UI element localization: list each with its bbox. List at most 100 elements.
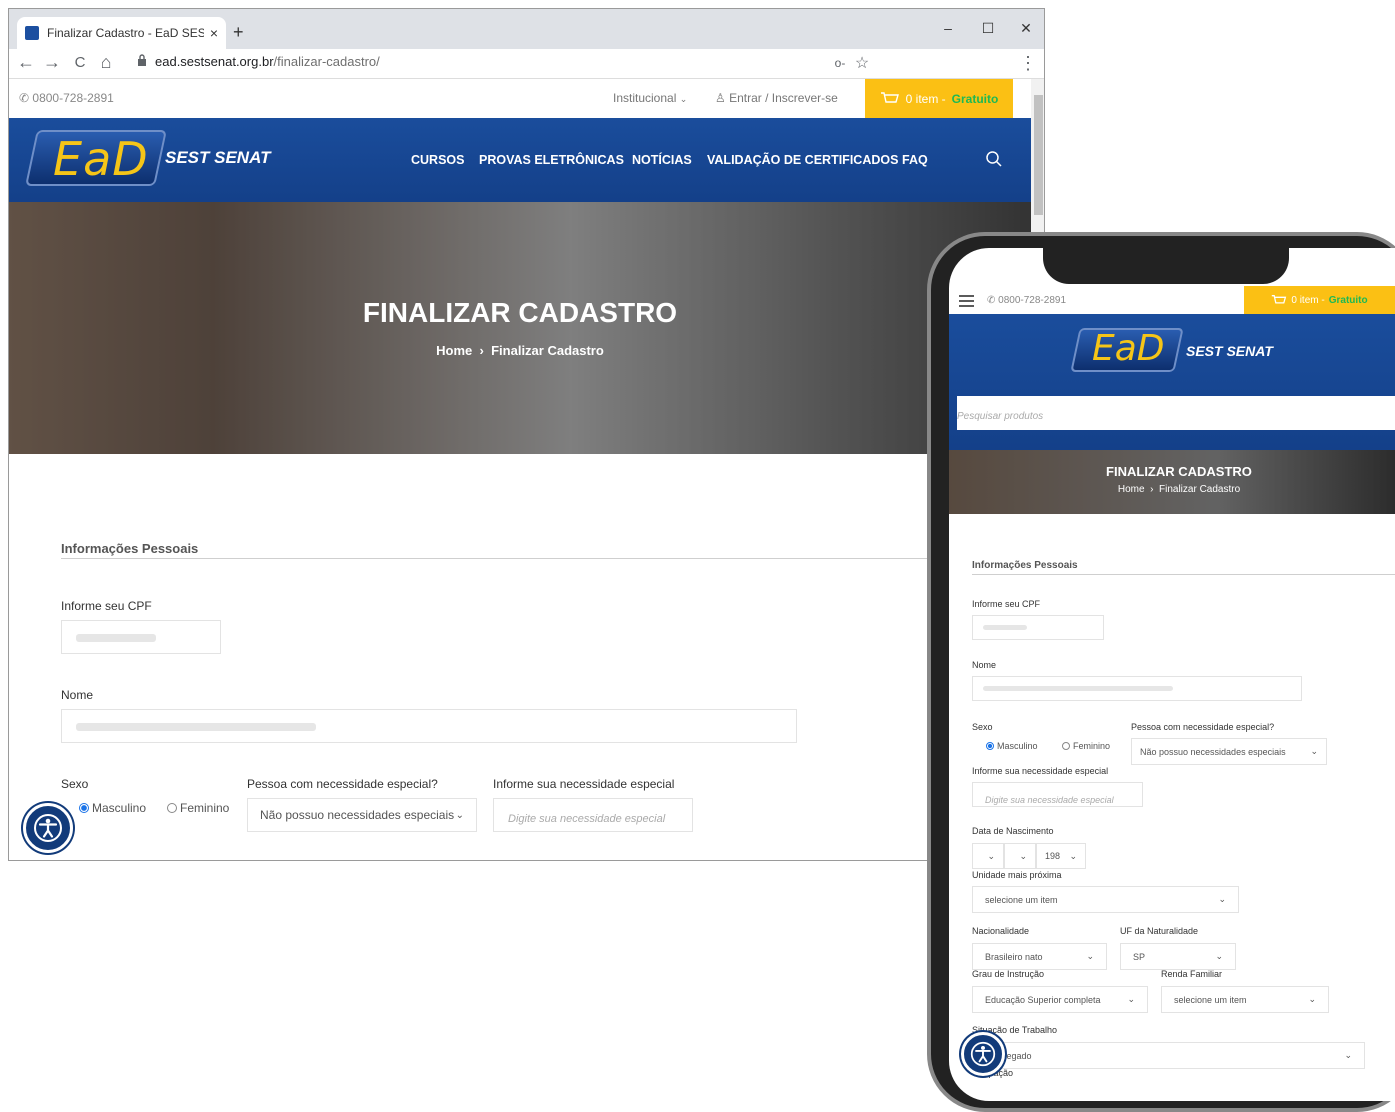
cpf-input[interactable] <box>61 620 221 654</box>
mobile-work-select[interactable]: Empregado ⌄ <box>972 1042 1365 1069</box>
mobile-logo-sestsenat[interactable]: SEST SENAT <box>1186 343 1273 359</box>
mobile-unit-value: selecione um item <box>985 894 1058 905</box>
mobile-uf-value: SP <box>1133 951 1146 962</box>
site-topbar: ✆ 0800-728-2891 Institucional ⌄ ♙ Entrar… <box>9 79 1031 118</box>
mobile-page-title: FINALIZAR CADASTRO <box>1106 464 1252 479</box>
mobile-search-placeholder: Pesquisar produtos <box>957 411 1044 422</box>
cart-icon <box>880 91 899 103</box>
lock-icon <box>137 54 147 69</box>
institutional-menu[interactable]: Institucional ⌄ <box>613 91 687 105</box>
special-detail-input[interactable]: Digite sua necessidade especial <box>493 798 693 832</box>
mobile-birth-label: Data de Nascimento <box>972 826 1054 836</box>
nav-noticias[interactable]: NOTÍCIAS <box>632 153 692 167</box>
nav-cursos[interactable]: CURSOS <box>411 153 464 167</box>
cart-button[interactable]: 0 item - Gratuito <box>865 79 1013 118</box>
logo-ead[interactable]: EaD <box>53 132 149 186</box>
mobile-breadcrumb-home[interactable]: Home <box>1118 484 1145 495</box>
mobile-income-value: selecione um item <box>1174 994 1247 1005</box>
radio-checked-icon <box>79 803 89 813</box>
mobile-special-select[interactable]: Não possuo necessidades especiais ⌄ <box>1131 738 1327 765</box>
home-icon[interactable]: ⌂ <box>95 52 117 73</box>
reload-icon[interactable]: C <box>69 54 91 71</box>
hamburger-icon[interactable] <box>959 294 975 311</box>
tab-close-icon[interactable]: × <box>210 25 218 41</box>
chevron-down-icon: ⌄ <box>679 94 688 104</box>
mobile-sex-male-radio[interactable]: Masculino <box>986 741 1038 751</box>
special-detail-placeholder: Digite sua necessidade especial <box>508 813 666 825</box>
mobile-education-value: Educação Superior completa <box>985 994 1101 1005</box>
mobile-hero-overlay <box>949 450 1395 514</box>
sex-male-radio[interactable]: Masculino <box>79 801 146 815</box>
tab-title: Finalizar Cadastro - EaD SEST SE <box>47 26 204 40</box>
nav-faq[interactable]: FAQ <box>902 153 928 167</box>
mobile-unit-select[interactable]: selecione um item ⌄ <box>972 886 1239 913</box>
maximize-button[interactable]: ☐ <box>971 15 1005 41</box>
minimize-button[interactable]: – <box>931 15 965 41</box>
mobile-sex-label: Sexo <box>972 722 993 732</box>
bookmark-star-icon[interactable]: ☆ <box>851 53 873 73</box>
browser-menu-icon[interactable]: ⋮ <box>1017 53 1039 74</box>
mobile-sex-male-label: Masculino <box>997 741 1038 751</box>
breadcrumb: Home › Finalizar Cadastro <box>9 343 1031 358</box>
mobile-education-label: Grau de Instrução <box>972 969 1045 979</box>
special-needs-select[interactable]: Não possuo necessidades especiais ⌄ <box>247 798 477 832</box>
mobile-uf-select[interactable]: SP ⌄ <box>1120 943 1236 970</box>
page-title: FINALIZAR CADASTRO <box>362 297 678 328</box>
breadcrumb-home[interactable]: Home <box>436 343 472 358</box>
cart-icon <box>1272 294 1287 304</box>
scrollbar-thumb[interactable] <box>1034 95 1043 215</box>
mobile-search-input[interactable]: Pesquisar produtos <box>957 396 1395 430</box>
login-link[interactable]: ♙ Entrar / Inscrever-se <box>715 91 838 105</box>
phone-contact[interactable]: ✆ 0800-728-2891 <box>19 91 114 105</box>
url-domain: ead.sestsenat.org.br <box>155 54 274 69</box>
mobile-birth-year-select[interactable]: 198 ⌄ <box>1036 843 1086 869</box>
name-input[interactable] <box>61 709 797 743</box>
address-bar[interactable]: ead.sestsenat.org.br/finalizar-cadastro/ <box>137 54 380 69</box>
mobile-accessibility-button[interactable] <box>961 1032 1005 1076</box>
mobile-name-input[interactable] <box>972 676 1302 701</box>
back-icon[interactable]: ← <box>15 52 37 73</box>
cpf-label: Informe seu CPF <box>61 599 152 613</box>
mobile-cart-button[interactable]: 0 item - Gratuito <box>1244 286 1395 314</box>
mobile-sex-female-radio[interactable]: Feminino <box>1062 741 1110 751</box>
mobile-cpf-input[interactable] <box>972 615 1104 640</box>
mobile-education-select[interactable]: Educação Superior completa ⌄ <box>972 986 1148 1013</box>
user-icon: ♙ <box>715 91 726 105</box>
sex-male-label: Masculino <box>92 801 147 815</box>
breadcrumb-separator: › <box>479 343 484 358</box>
tab-strip: Finalizar Cadastro - EaD SEST SE × + – ☐… <box>9 9 1044 49</box>
phone-screen: ✆ 0800-728-2891 0 item - Gratuito EaD SE… <box>949 248 1395 1101</box>
chevron-down-icon: ⌄ <box>1215 951 1223 961</box>
search-icon[interactable] <box>985 150 1003 168</box>
browser-tab[interactable]: Finalizar Cadastro - EaD SEST SE × <box>17 17 226 49</box>
sex-female-radio[interactable]: Feminino <box>167 801 229 815</box>
mobile-sex-female-label: Feminino <box>1073 741 1111 751</box>
mobile-birth-day-select[interactable]: ⌄ <box>972 843 1004 869</box>
mobile-nationality-label: Nacionalidade <box>972 926 1030 936</box>
mobile-logo-ead[interactable]: EaD <box>1092 328 1165 369</box>
accessibility-button[interactable] <box>23 803 73 853</box>
nav-validacao[interactable]: VALIDAÇÃO DE CERTIFICADOS <box>707 153 898 167</box>
chevron-down-icon: ⌄ <box>1308 994 1316 1004</box>
mobile-birth-month-select[interactable]: ⌄ <box>1004 843 1036 869</box>
browser-toolbar: ← → C ⌂ ead.sestsenat.org.br/finalizar-c… <box>9 49 1044 79</box>
nav-provas[interactable]: PROVAS ELETRÔNICAS <box>479 153 624 167</box>
mobile-special-value: Não possuo necessidades especiais <box>1140 746 1286 757</box>
key-icon[interactable]: o‑ <box>829 56 851 70</box>
close-window-button[interactable]: ✕ <box>1009 15 1043 41</box>
mobile-phone-contact[interactable]: ✆ 0800-728-2891 <box>987 295 1066 306</box>
cart-free-label: Gratuito <box>951 91 999 106</box>
forward-icon[interactable]: → <box>41 52 63 73</box>
mobile-name-label: Nome <box>972 660 997 670</box>
mobile-cpf-blurred <box>983 625 1027 630</box>
mobile-name-blurred <box>983 686 1173 691</box>
section-divider <box>61 558 936 559</box>
breadcrumb-current: Finalizar Cadastro <box>491 343 604 358</box>
chevron-down-icon: ⌄ <box>987 850 995 861</box>
mobile-income-select[interactable]: selecione um item ⌄ <box>1161 986 1329 1013</box>
mobile-special-detail-input[interactable]: Digite sua necessidade especial <box>972 782 1143 807</box>
new-tab-button[interactable]: + <box>233 22 244 43</box>
logo-sestsenat[interactable]: SEST SENAT <box>165 148 270 168</box>
mobile-cart-count: 0 item - <box>1291 294 1325 306</box>
mobile-nationality-select[interactable]: Brasileiro nato ⌄ <box>972 943 1107 970</box>
